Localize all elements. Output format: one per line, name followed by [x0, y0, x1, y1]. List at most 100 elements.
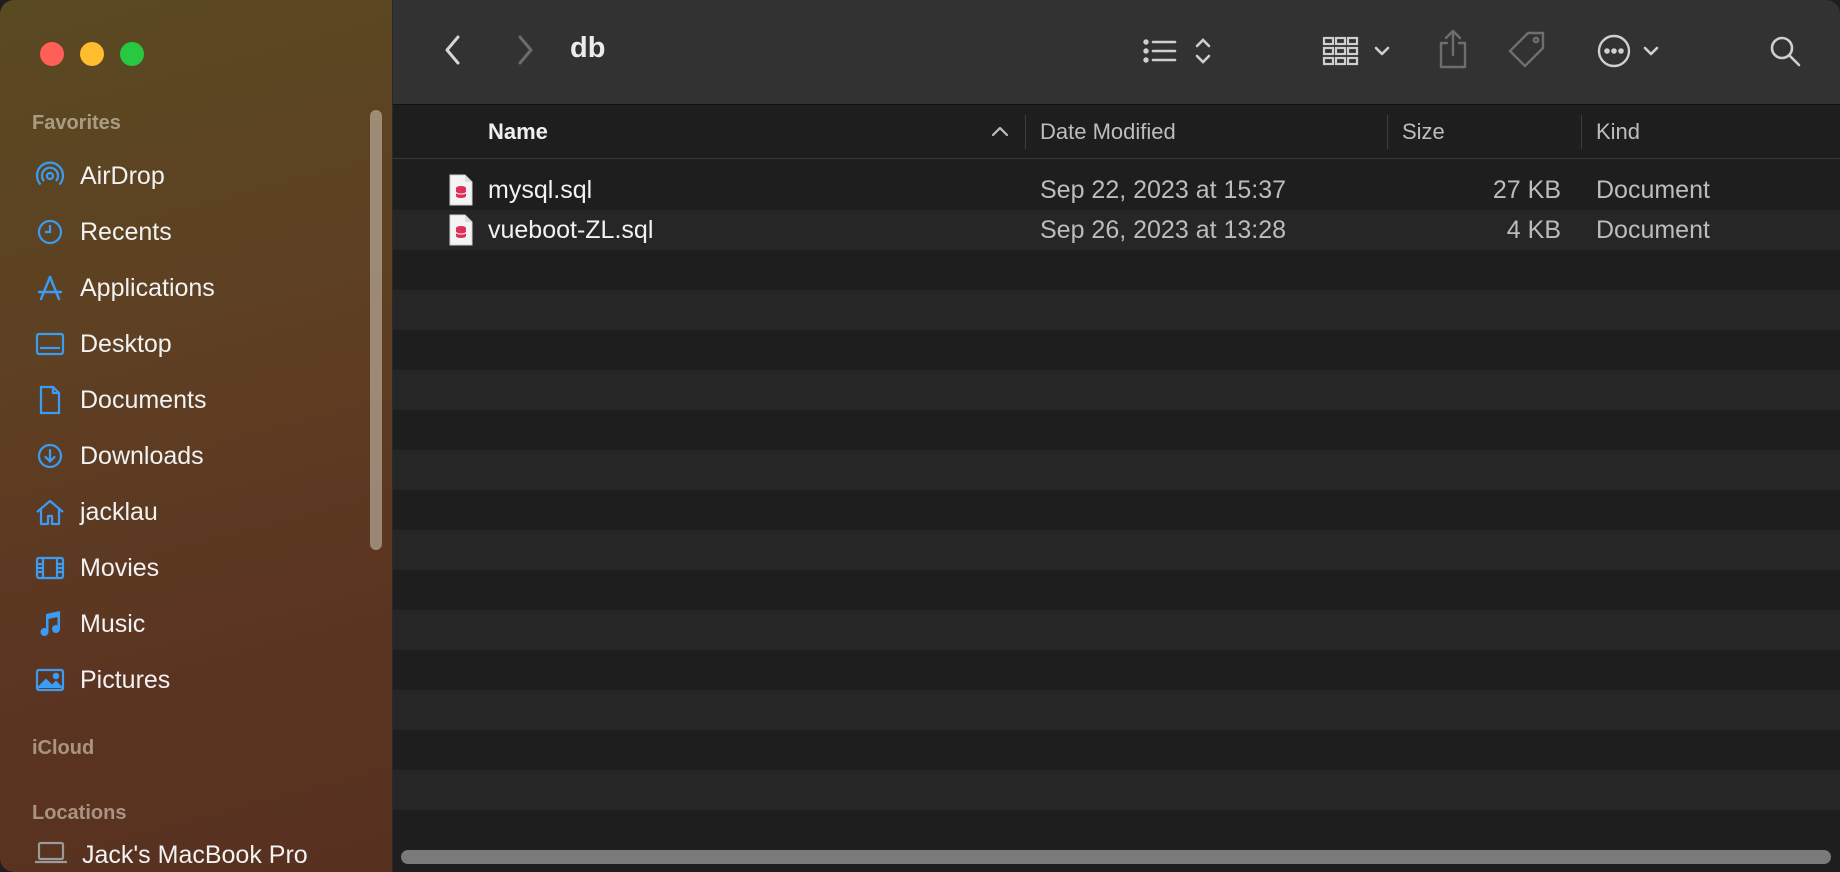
column-divider[interactable] [1387, 115, 1388, 149]
column-header-label: Kind [1596, 118, 1641, 144]
desktop-icon [34, 328, 66, 360]
document-icon [34, 384, 66, 416]
favorites-section-label: Favorites [32, 112, 121, 134]
laptop-icon [34, 840, 68, 871]
sidebar-item-applications[interactable]: Applications [0, 260, 370, 316]
download-icon [34, 440, 66, 472]
tag-icon [1508, 31, 1545, 68]
search-button[interactable] [1765, 30, 1805, 72]
search-icon [1770, 36, 1801, 67]
sidebar-item-label: jacklau [80, 497, 158, 526]
column-header-kind[interactable]: Kind [1596, 105, 1796, 158]
sidebar-scrollbar[interactable] [370, 110, 382, 550]
sidebar-item-label: Downloads [80, 441, 204, 470]
sidebar-item-desktop[interactable]: Desktop [0, 316, 370, 372]
empty-row [393, 690, 1840, 730]
empty-row [393, 650, 1840, 690]
main-pane: db Name Date Modified Size Kind mysql.sq… [393, 0, 1840, 872]
horizontal-scrollbar[interactable] [401, 850, 1831, 864]
empty-row [393, 610, 1840, 650]
group-by-button[interactable] [1321, 30, 1397, 72]
sql-file-icon [449, 214, 473, 246]
sidebar-item-documents[interactable]: Documents [0, 372, 370, 428]
file-name: vueboot-ZL.sql [488, 215, 654, 244]
file-name: mysql.sql [488, 175, 593, 204]
column-divider[interactable] [1581, 115, 1582, 149]
minimize-button[interactable] [80, 42, 104, 66]
file-row[interactable]: vueboot-ZL.sql Sep 26, 2023 at 13:28 4 K… [393, 210, 1840, 250]
file-date-modified: Sep 22, 2023 at 15:37 [1040, 175, 1287, 204]
sidebar-item-downloads[interactable]: Downloads [0, 428, 370, 484]
list-view-button[interactable] [1141, 30, 1219, 72]
column-header-name[interactable]: Name [488, 105, 988, 158]
window-title: db [570, 32, 606, 64]
empty-row [393, 530, 1840, 570]
close-button[interactable] [40, 42, 64, 66]
list-view-icon [1143, 38, 1211, 64]
empty-row [393, 770, 1840, 810]
empty-row [393, 370, 1840, 410]
sidebar-item-music[interactable]: Music [0, 596, 370, 652]
chevron-right-icon [518, 35, 533, 65]
sidebar: Favorites AirDrop Recents Applications D… [0, 0, 393, 872]
empty-row [393, 410, 1840, 450]
file-kind: Document [1596, 175, 1710, 204]
sidebar-item-movies[interactable]: Movies [0, 540, 370, 596]
sidebar-item-label: AirDrop [80, 161, 165, 190]
column-header-label: Size [1402, 118, 1445, 144]
sidebar-item-airdrop[interactable]: AirDrop [0, 148, 370, 204]
sidebar-item-pictures[interactable]: Pictures [0, 652, 370, 708]
window-controls [40, 42, 144, 66]
more-ellipsis-icon [1597, 34, 1659, 68]
sidebar-item-macbook[interactable]: Jack's MacBook Pro [34, 840, 308, 871]
sidebar-item-jacklau[interactable]: jacklau [0, 484, 370, 540]
file-kind: Document [1596, 215, 1710, 244]
share-icon [1439, 29, 1467, 69]
sidebar-item-label: Jack's MacBook Pro [82, 841, 308, 869]
more-actions-button[interactable] [1595, 30, 1665, 72]
toolbar: db [393, 0, 1840, 105]
forward-button[interactable] [507, 30, 543, 70]
column-header-label: Name [488, 118, 548, 144]
back-button[interactable] [435, 30, 471, 70]
file-row[interactable]: mysql.sql Sep 22, 2023 at 15:37 27 KB Do… [393, 170, 1840, 210]
sidebar-item-label: Recents [80, 217, 172, 246]
sidebar-item-label: Documents [80, 385, 207, 414]
share-button[interactable] [1433, 26, 1473, 72]
sort-ascending-icon[interactable] [991, 125, 1009, 137]
finder-window: Favorites AirDrop Recents Applications D… [0, 0, 1840, 872]
file-size: 4 KB [1506, 215, 1561, 244]
zoom-button[interactable] [120, 42, 144, 66]
column-header-label: Date Modified [1040, 118, 1176, 144]
sidebar-item-label: Movies [80, 553, 160, 582]
column-headers: Name Date Modified Size Kind [393, 105, 1840, 159]
empty-row [393, 490, 1840, 530]
grid-icon [1322, 36, 1390, 66]
file-list: mysql.sql Sep 22, 2023 at 15:37 27 KB Do… [393, 170, 1840, 842]
applications-icon [34, 272, 66, 304]
sidebar-item-label: Pictures [80, 665, 171, 694]
column-header-size[interactable]: Size [1402, 105, 1552, 158]
column-header-date-modified[interactable]: Date Modified [1040, 105, 1340, 158]
empty-row [393, 330, 1840, 370]
favorites-list: AirDrop Recents Applications Desktop Doc… [0, 148, 370, 708]
empty-row [393, 290, 1840, 330]
clock-icon [34, 216, 66, 248]
sidebar-item-label: Applications [80, 273, 215, 302]
film-icon [34, 552, 66, 584]
chevron-left-icon [445, 35, 460, 65]
file-size: 27 KB [1492, 175, 1561, 204]
empty-row [393, 250, 1840, 290]
sidebar-item-label: Desktop [80, 329, 172, 358]
locations-section-label: Locations [32, 802, 127, 824]
empty-row [393, 730, 1840, 770]
icloud-section-label: iCloud [32, 737, 95, 759]
empty-row [393, 450, 1840, 490]
sidebar-item-label: Music [80, 609, 146, 638]
tag-button[interactable] [1505, 28, 1549, 72]
music-note-icon [34, 608, 66, 640]
sidebar-item-recents[interactable]: Recents [0, 204, 370, 260]
photo-icon [34, 664, 66, 696]
airdrop-icon [34, 160, 66, 192]
column-divider[interactable] [1025, 115, 1026, 149]
